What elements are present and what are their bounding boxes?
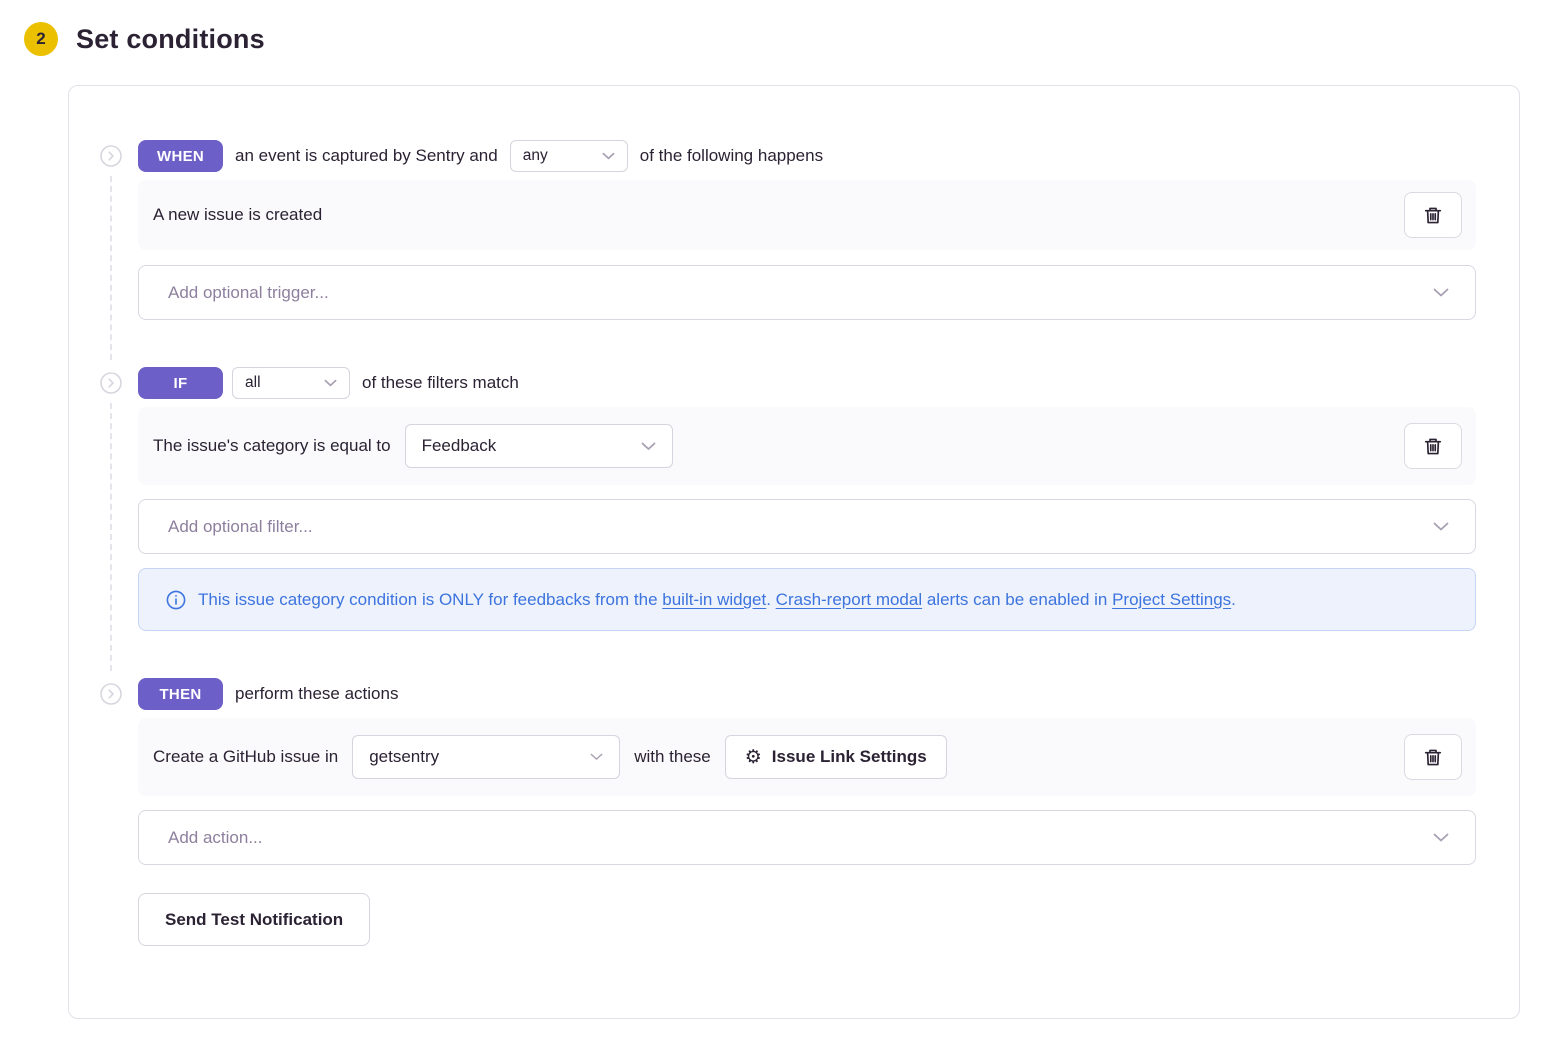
- when-section: WHEN an event is captured by Sentry and …: [69, 140, 1476, 320]
- if-header: IF all of these filters match: [138, 367, 1476, 399]
- info-alert: This issue category condition is ONLY fo…: [138, 568, 1476, 631]
- trash-icon: [1424, 206, 1442, 225]
- gear-icon: ⚙︎: [745, 748, 762, 767]
- then-label-after: perform these actions: [232, 684, 401, 704]
- when-header: WHEN an event is captured by Sentry and …: [138, 140, 1476, 172]
- when-match-value: any: [523, 147, 548, 165]
- conditions-panel: WHEN an event is captured by Sentry and …: [68, 85, 1520, 1019]
- add-trigger-select[interactable]: Add optional trigger...: [138, 265, 1476, 320]
- when-badge: WHEN: [138, 140, 223, 172]
- send-test-notification-button[interactable]: Send Test Notification: [138, 893, 370, 946]
- if-match-value: all: [245, 374, 261, 392]
- action-repo-value: getsentry: [369, 747, 439, 767]
- chevron-right-circle-icon: [100, 372, 122, 394]
- add-filter-placeholder: Add optional filter...: [168, 517, 313, 537]
- delete-action-button[interactable]: [1404, 734, 1462, 780]
- step-header: 2 Set conditions: [24, 22, 1536, 56]
- if-label-after: of these filters match: [359, 373, 522, 393]
- delete-filter-button[interactable]: [1404, 423, 1462, 469]
- when-label-before: an event is captured by Sentry and: [232, 146, 501, 166]
- built-in-widget-link[interactable]: built-in widget: [662, 590, 766, 609]
- chevron-down-icon: [1433, 522, 1449, 531]
- filter-text: The issue's category is equal to: [153, 436, 391, 456]
- add-trigger-placeholder: Add optional trigger...: [168, 283, 329, 303]
- chevron-right-circle-icon: [100, 683, 122, 705]
- page-title: Set conditions: [76, 24, 265, 55]
- chevron-down-icon: [324, 379, 337, 387]
- trigger-text: A new issue is created: [153, 205, 322, 225]
- info-icon: [166, 590, 186, 610]
- action-text-before: Create a GitHub issue in: [153, 747, 338, 767]
- chevron-down-icon: [1433, 288, 1449, 297]
- then-badge: THEN: [138, 678, 223, 710]
- action-row: Create a GitHub issue in getsentry with …: [138, 718, 1476, 796]
- project-settings-link[interactable]: Project Settings: [1112, 590, 1231, 609]
- if-badge: IF: [138, 367, 223, 399]
- add-filter-select[interactable]: Add optional filter...: [138, 499, 1476, 554]
- delete-trigger-button[interactable]: [1404, 192, 1462, 238]
- chevron-down-icon: [602, 152, 615, 160]
- add-action-placeholder: Add action...: [168, 828, 263, 848]
- alert-text: This issue category condition is ONLY fo…: [198, 590, 662, 609]
- if-section: IF all of these filters match The issue'…: [69, 367, 1476, 631]
- filter-category-select[interactable]: Feedback: [405, 424, 673, 468]
- filter-category-value: Feedback: [422, 436, 497, 456]
- chevron-down-icon: [590, 753, 603, 761]
- alert-text: .: [1231, 590, 1236, 609]
- when-label-after: of the following happens: [637, 146, 826, 166]
- action-text-mid: with these: [634, 747, 711, 767]
- info-alert-text: This issue category condition is ONLY fo…: [198, 585, 1236, 614]
- issue-link-settings-label: Issue Link Settings: [772, 747, 927, 767]
- action-repo-select[interactable]: getsentry: [352, 735, 620, 779]
- then-header: THEN perform these actions: [138, 678, 1476, 710]
- chevron-right-circle-icon: [100, 145, 122, 167]
- if-match-select[interactable]: all: [232, 367, 350, 399]
- trash-icon: [1424, 437, 1442, 456]
- crash-report-modal-link[interactable]: Crash-report modal: [776, 590, 922, 609]
- trash-icon: [1424, 748, 1442, 767]
- step-number-badge: 2: [24, 22, 58, 56]
- page: 2 Set conditions WHEN an event is captur…: [0, 0, 1560, 1041]
- issue-link-settings-button[interactable]: ⚙︎ Issue Link Settings: [725, 735, 947, 779]
- when-match-select[interactable]: any: [510, 140, 628, 172]
- chevron-down-icon: [641, 442, 656, 451]
- trigger-row: A new issue is created: [138, 180, 1476, 250]
- chevron-down-icon: [1433, 833, 1449, 842]
- alert-text: alerts can be enabled in: [922, 590, 1112, 609]
- alert-text: .: [766, 590, 775, 609]
- add-action-select[interactable]: Add action...: [138, 810, 1476, 865]
- filter-row: The issue's category is equal to Feedbac…: [138, 407, 1476, 485]
- then-section: THEN perform these actions Create a GitH…: [69, 678, 1476, 946]
